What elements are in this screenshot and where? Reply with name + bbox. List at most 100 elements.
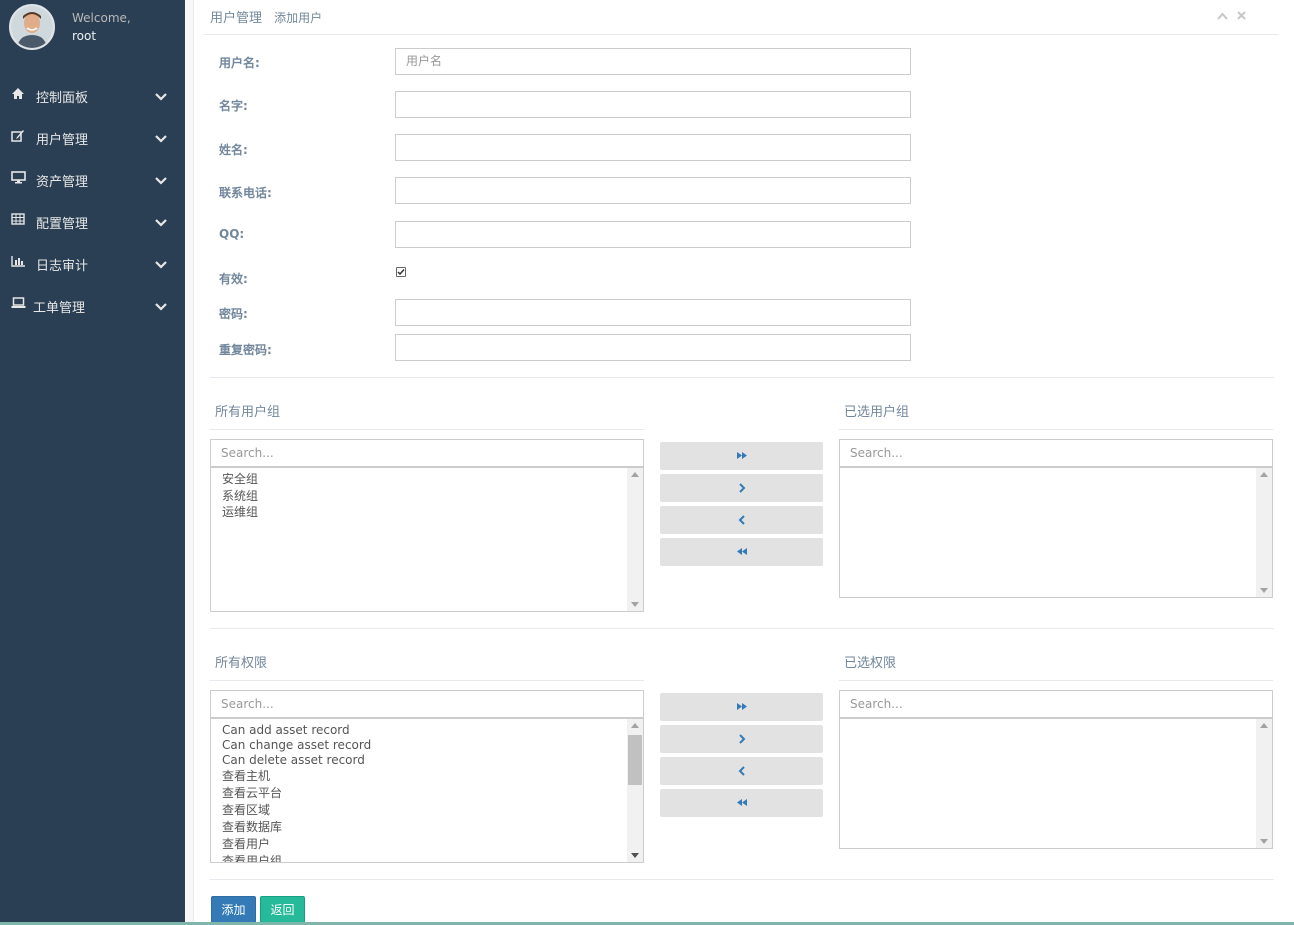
available-permissions-list[interactable]: Can add asset record Can change asset re… bbox=[210, 718, 644, 863]
selected-groups-title: 已选用户组 bbox=[844, 405, 910, 420]
sidebar-item-label: 配置管理 bbox=[36, 217, 89, 232]
available-permissions-divider bbox=[210, 680, 644, 681]
selected-permissions-search[interactable]: Search... bbox=[839, 690, 1273, 718]
sidebar-item-audit[interactable]: 日志审计 bbox=[0, 242, 185, 284]
add-button[interactable]: 添加 bbox=[211, 896, 256, 923]
available-groups-search[interactable]: Search... bbox=[210, 439, 644, 467]
scroll-down-icon[interactable] bbox=[1260, 839, 1268, 844]
chevron-down-icon bbox=[155, 300, 167, 311]
chevron-down-icon bbox=[155, 216, 167, 227]
qq-input[interactable] bbox=[395, 221, 911, 248]
username-label: 用户名: bbox=[219, 56, 260, 70]
active-label: 有效: bbox=[219, 272, 248, 286]
scrollbar[interactable] bbox=[1256, 719, 1272, 848]
password-input[interactable] bbox=[395, 299, 911, 326]
title-divider bbox=[204, 34, 1278, 35]
list-item[interactable]: 查看区域 bbox=[211, 802, 626, 819]
list-item[interactable]: 运维组 bbox=[211, 504, 626, 521]
list-item[interactable]: Can delete asset record bbox=[211, 753, 626, 768]
list-item[interactable]: 查看云平台 bbox=[211, 785, 626, 802]
last-name-label: 姓名: bbox=[219, 143, 248, 157]
sidebar: Welcome, root 控制面板 用户管理 资产管理 配置管理 日志审计 工… bbox=[0, 0, 185, 925]
scrollbar-thumb[interactable] bbox=[628, 735, 642, 785]
table-icon bbox=[11, 213, 27, 227]
list-item[interactable]: 系统组 bbox=[211, 488, 626, 505]
main-panel: 用户管理 添加用户 用户名: 用户名 名字: 姓名: 联系电话: QQ: 有效:… bbox=[193, 0, 1294, 925]
list-item[interactable]: 查看数据库 bbox=[211, 819, 626, 836]
available-permissions-search[interactable]: Search... bbox=[210, 690, 644, 718]
scroll-up-icon[interactable] bbox=[1260, 723, 1268, 728]
sidebar-menu: 控制面板 用户管理 资产管理 配置管理 日志审计 工单管理 bbox=[0, 74, 185, 326]
move-all-right-button[interactable] bbox=[660, 693, 823, 721]
move-right-button[interactable] bbox=[660, 725, 823, 753]
edit-icon bbox=[11, 129, 27, 143]
scrollbar[interactable] bbox=[627, 468, 643, 611]
first-name-input[interactable] bbox=[395, 91, 911, 118]
move-left-button[interactable] bbox=[660, 506, 823, 534]
welcome-text: Welcome, bbox=[72, 11, 131, 25]
last-name-input[interactable] bbox=[395, 134, 911, 161]
scroll-up-icon[interactable] bbox=[631, 472, 639, 477]
close-icon[interactable] bbox=[1237, 9, 1246, 23]
chevron-down-icon bbox=[155, 90, 167, 101]
form-divider bbox=[210, 377, 1274, 378]
first-name-label: 名字: bbox=[219, 99, 248, 113]
selected-groups-search[interactable]: Search... bbox=[839, 439, 1273, 467]
scrollbar[interactable] bbox=[1256, 468, 1272, 597]
selected-groups-list[interactable] bbox=[839, 467, 1273, 598]
password-confirm-label: 重复密码: bbox=[219, 343, 272, 357]
scroll-up-icon[interactable] bbox=[1260, 472, 1268, 477]
available-groups-divider bbox=[210, 429, 644, 430]
move-right-button[interactable] bbox=[660, 474, 823, 502]
bar-chart-icon bbox=[11, 255, 27, 269]
sidebar-item-users[interactable]: 用户管理 bbox=[0, 116, 185, 158]
move-all-left-button[interactable] bbox=[660, 789, 823, 817]
list-item[interactable]: 查看用户组 bbox=[211, 853, 626, 862]
move-left-button[interactable] bbox=[660, 757, 823, 785]
list-item[interactable]: Can add asset record bbox=[211, 723, 626, 738]
list-item[interactable]: 查看主机 bbox=[211, 768, 626, 785]
home-icon bbox=[11, 87, 27, 101]
chevron-down-icon bbox=[155, 132, 167, 143]
move-all-right-button[interactable] bbox=[660, 442, 823, 470]
sidebar-item-label: 日志审计 bbox=[36, 259, 89, 274]
qq-label: QQ: bbox=[219, 227, 245, 241]
username-placeholder: 用户名 bbox=[406, 54, 443, 68]
active-checkbox[interactable] bbox=[396, 267, 406, 277]
laptop-icon bbox=[11, 297, 27, 311]
scroll-down-icon[interactable] bbox=[631, 602, 639, 607]
desktop-icon bbox=[11, 171, 27, 185]
groups-divider bbox=[210, 628, 1274, 629]
sidebar-item-assets[interactable]: 资产管理 bbox=[0, 158, 185, 200]
list-item[interactable]: Can change asset record bbox=[211, 738, 626, 753]
available-permissions-items: Can add asset record Can change asset re… bbox=[211, 723, 626, 862]
sidebar-item-dashboard[interactable]: 控制面板 bbox=[0, 74, 185, 116]
scroll-down-icon[interactable] bbox=[1260, 588, 1268, 593]
sidebar-item-tickets[interactable]: 工单管理 bbox=[0, 284, 185, 326]
scroll-up-icon[interactable] bbox=[631, 723, 639, 728]
selected-permissions-list[interactable] bbox=[839, 718, 1273, 849]
avatar[interactable] bbox=[9, 4, 55, 50]
password-confirm-input[interactable] bbox=[395, 334, 911, 361]
chevron-down-icon bbox=[155, 174, 167, 185]
scroll-down-icon[interactable] bbox=[631, 853, 639, 858]
scrollbar[interactable] bbox=[627, 719, 643, 862]
available-permissions-title: 所有权限 bbox=[215, 656, 268, 671]
panel-tools bbox=[1217, 9, 1249, 21]
available-groups-list[interactable]: 安全组 系统组 运维组 bbox=[210, 467, 644, 612]
list-item[interactable]: 查看用户 bbox=[211, 836, 626, 853]
back-button[interactable]: 返回 bbox=[260, 896, 305, 923]
username-input[interactable]: 用户名 bbox=[395, 48, 911, 75]
phone-input[interactable] bbox=[395, 177, 911, 204]
list-item[interactable]: 安全组 bbox=[211, 471, 626, 488]
panel-title: 用户管理 添加用户 bbox=[210, 7, 322, 26]
selected-permissions-divider bbox=[839, 680, 1273, 681]
selected-permissions-title: 已选权限 bbox=[844, 656, 897, 671]
collapse-icon[interactable] bbox=[1217, 9, 1228, 23]
move-all-left-button[interactable] bbox=[660, 538, 823, 566]
sidebar-item-config[interactable]: 配置管理 bbox=[0, 200, 185, 242]
username: root bbox=[72, 29, 97, 43]
phone-label: 联系电话: bbox=[219, 186, 272, 200]
sidebar-item-label: 资产管理 bbox=[36, 175, 89, 190]
panel-title-text: 用户管理 bbox=[210, 11, 263, 26]
